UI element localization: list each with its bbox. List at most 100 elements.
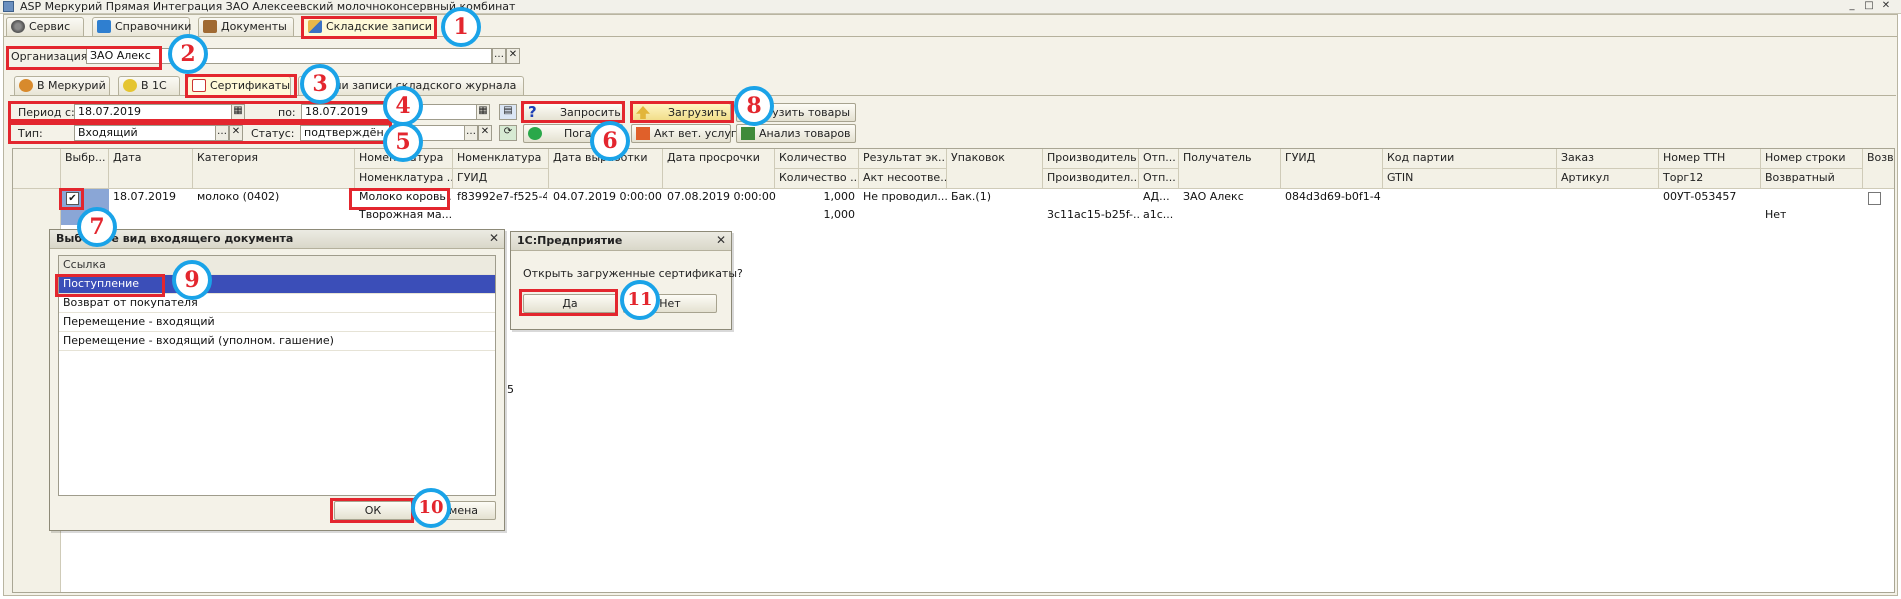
col-header-category[interactable]: Категория bbox=[193, 149, 355, 189]
window-title: ASP Меркурий Прямая Интеграция ЗАО Алекс… bbox=[20, 0, 516, 13]
organization-select-button[interactable]: … bbox=[492, 48, 506, 64]
status-label: Статус: bbox=[251, 127, 295, 140]
col-header-sender[interactable]: Отп... bbox=[1139, 149, 1179, 169]
col-header-select[interactable]: Выбр... bbox=[61, 149, 109, 189]
calendar-to-icon[interactable]: ▦ bbox=[476, 104, 490, 120]
load-button[interactable]: Загрузить bbox=[631, 103, 731, 122]
cell-nomenclature[interactable]: Молоко коровь... bbox=[355, 189, 451, 207]
row-select-checkbox[interactable]: ✔ bbox=[66, 192, 79, 205]
tab-certificates[interactable]: Сертификаты bbox=[187, 76, 291, 95]
col-subheader-torg12[interactable]: Торг12 bbox=[1659, 169, 1761, 189]
col-header-producer[interactable]: Производитель bbox=[1043, 149, 1139, 169]
analyze-goods-button-label: Анализ товаров bbox=[759, 127, 851, 140]
tab-directories[interactable]: Справочники bbox=[92, 17, 192, 36]
col-subheader-sender[interactable]: Отп... bbox=[1139, 169, 1179, 189]
step-1-marker: 1 bbox=[441, 7, 481, 47]
tab-to-1c[interactable]: В 1С bbox=[118, 76, 180, 95]
period-from-field[interactable]: 18.07.2019 bbox=[74, 104, 232, 120]
period-to-label: по: bbox=[278, 106, 296, 119]
col-subheader-gtin[interactable]: GTIN bbox=[1383, 169, 1557, 189]
list-item-buyer-return[interactable]: Возврат от покупателя bbox=[59, 294, 495, 313]
close-icon[interactable]: ✕ bbox=[1879, 1, 1893, 12]
yes-button[interactable]: Да bbox=[523, 294, 617, 313]
analyze-goods-button[interactable]: Анализ товаров bbox=[736, 124, 856, 143]
organization-field[interactable]: ЗАО Алекс bbox=[86, 48, 492, 64]
type-select-button[interactable]: … bbox=[215, 125, 229, 141]
col-header-ttn[interactable]: Номер ТТН bbox=[1659, 149, 1761, 169]
tab-warehouse-records-label: Складские записи bbox=[326, 20, 432, 33]
step-9-marker: 9 bbox=[172, 260, 212, 300]
col-header-receiver[interactable]: Получатель bbox=[1179, 149, 1281, 189]
cell-quantity-2: 1,000 bbox=[823, 208, 856, 221]
list-column-header: Ссылка bbox=[59, 256, 495, 275]
list-item-transfer-in-authorized[interactable]: Перемещение - входящий (уполном. гашение… bbox=[59, 332, 495, 351]
cell-guid: 084d3d69-b0f1-4... bbox=[1285, 190, 1381, 203]
col-header-nomenclature-2[interactable]: Номенклатура bbox=[453, 149, 549, 169]
vet-act-button[interactable]: Акт вет. услуг bbox=[631, 124, 737, 143]
step-3-marker: 3 bbox=[300, 64, 340, 104]
col-header-quantity[interactable]: Количество bbox=[775, 149, 859, 169]
load-arrow-icon bbox=[636, 106, 650, 119]
col-subheader-nonconformity-act[interactable]: Акт несоотве... bbox=[859, 169, 947, 189]
col-header-expiry-date[interactable]: Дата просрочки bbox=[663, 149, 775, 189]
col-header-exam-result[interactable]: Результат эк... bbox=[859, 149, 947, 169]
col-subheader-nomenclature[interactable]: Номенклатура ... bbox=[355, 169, 453, 189]
tab-directories-label: Справочники bbox=[115, 20, 192, 33]
tab-to-mercury-label: В Меркурий bbox=[37, 79, 106, 92]
cell-exam-result: Не проводил... bbox=[863, 190, 947, 203]
tab-warehouse-records[interactable]: Складские записи bbox=[303, 17, 435, 36]
col-subheader-guid[interactable]: ГУИД bbox=[453, 169, 549, 189]
analysis-icon bbox=[741, 127, 755, 140]
minimize-icon[interactable]: _ bbox=[1845, 1, 1859, 12]
title-bar: ASP Меркурий Прямая Интеграция ЗАО Алекс… bbox=[0, 0, 1901, 14]
ok-button[interactable]: ОК bbox=[334, 501, 412, 520]
confirm-message: Открыть загруженные сертификаты? bbox=[523, 267, 743, 280]
tab-documents[interactable]: Документы bbox=[198, 17, 294, 36]
type-field[interactable]: Входящий bbox=[74, 125, 216, 141]
tab-service-label: Сервис bbox=[29, 20, 71, 33]
mercury-icon bbox=[19, 79, 33, 92]
cell-packages: Бак.(1) bbox=[951, 190, 992, 203]
col-header-date[interactable]: Дата bbox=[109, 149, 193, 189]
step-7-marker: 7 bbox=[77, 207, 117, 247]
tab-to-mercury[interactable]: В Меркурий bbox=[14, 76, 110, 95]
close-dialog-icon[interactable]: ✕ bbox=[487, 232, 501, 246]
tab-documents-label: Документы bbox=[221, 20, 287, 33]
col-header-order[interactable]: Заказ bbox=[1557, 149, 1659, 169]
request-button[interactable]: ? Запросить bbox=[523, 103, 623, 122]
cell-sender: АД... bbox=[1143, 190, 1170, 203]
1c-icon bbox=[123, 79, 137, 92]
period-settings-icon[interactable]: ▤ bbox=[499, 104, 517, 120]
choose-document-dialog-title: Выберите вид входящего документа bbox=[50, 230, 504, 249]
close-confirm-icon[interactable]: ✕ bbox=[714, 234, 728, 248]
col-subheader-quantity[interactable]: Количество ... bbox=[775, 169, 859, 189]
list-item-transfer-in[interactable]: Перемещение - входящий bbox=[59, 313, 495, 332]
tab-certificates-label: Сертификаты bbox=[210, 79, 291, 92]
col-subheader-article[interactable]: Артикул bbox=[1557, 169, 1659, 189]
confirm-dialog: 1С:Предприятие ✕ Открыть загруженные сер… bbox=[510, 231, 743, 330]
period-from-label: Период с: bbox=[18, 106, 75, 119]
cell-producer-2: 3c11ac15-b25f-... bbox=[1047, 208, 1139, 221]
step-8-marker: 8 bbox=[734, 86, 774, 126]
col-header-guid[interactable]: ГУИД bbox=[1281, 149, 1383, 189]
row-return-checkbox[interactable] bbox=[1868, 192, 1881, 205]
tab-service[interactable]: Сервис bbox=[6, 17, 84, 36]
col-header-return[interactable]: Возвр... bbox=[1863, 149, 1894, 189]
step-10-marker: 10 bbox=[411, 488, 451, 528]
calendar-from-icon[interactable]: ▦ bbox=[231, 104, 245, 120]
organization-clear-button[interactable]: ✕ bbox=[506, 48, 520, 64]
cell-ttn: 00УТ-053457 bbox=[1663, 190, 1737, 203]
maximize-icon[interactable]: □ bbox=[1862, 1, 1876, 12]
col-subheader-returnable[interactable]: Возвратный bbox=[1761, 169, 1863, 189]
col-header-packages[interactable]: Упаковок bbox=[947, 149, 1043, 189]
refresh-icon[interactable]: ⟳ bbox=[499, 125, 517, 141]
status-clear-button[interactable]: ✕ bbox=[478, 125, 492, 141]
type-clear-button[interactable]: ✕ bbox=[229, 125, 243, 141]
status-select-button[interactable]: … bbox=[464, 125, 478, 141]
col-header-line-number[interactable]: Номер строки bbox=[1761, 149, 1863, 169]
col-header-batch-code[interactable]: Код партии bbox=[1383, 149, 1557, 169]
shield-icon bbox=[528, 127, 542, 140]
col-subheader-producer[interactable]: Производител... bbox=[1043, 169, 1139, 189]
list-item-receipt[interactable]: Поступление bbox=[59, 275, 495, 294]
cell-category: молоко (0402) bbox=[197, 190, 280, 203]
